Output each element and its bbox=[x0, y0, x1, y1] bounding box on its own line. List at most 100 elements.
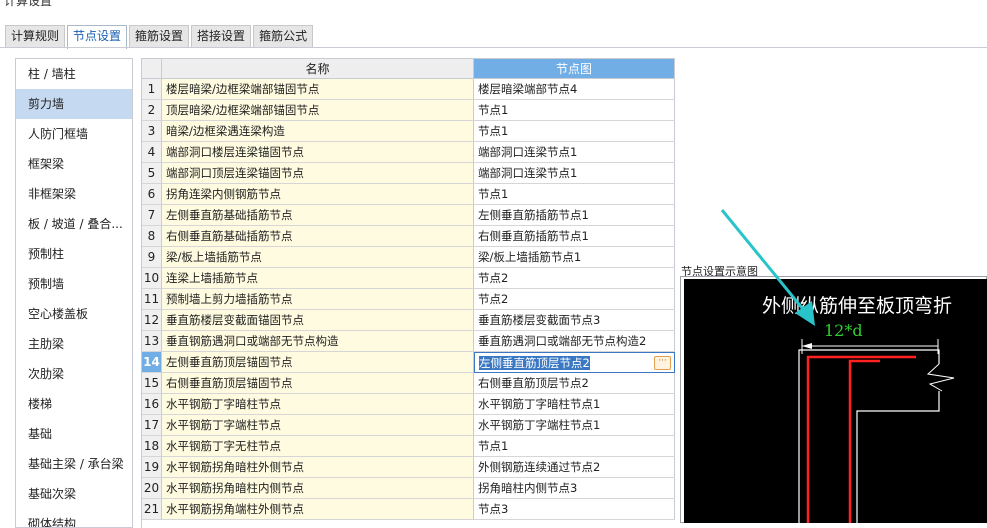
row-number[interactable]: 5 bbox=[142, 163, 162, 184]
sidebar-item-precast-wall[interactable]: 预制墙 bbox=[16, 269, 132, 299]
tab-node-settings[interactable]: 节点设置 bbox=[67, 25, 128, 49]
tab-stirrup-settings[interactable]: 箍筋设置 bbox=[129, 25, 190, 47]
table-row[interactable]: 19 水平钢筋拐角暗柱外侧节点 外侧钢筋连续通过节点2 bbox=[142, 457, 675, 478]
row-node-cell[interactable]: 节点3 bbox=[474, 499, 675, 520]
table-row[interactable]: 5 端部洞口顶层连梁锚固节点 端部洞口连梁节点1 bbox=[142, 163, 675, 184]
table-row[interactable]: 13 垂直钢筋遇洞口或端部无节点构造 垂直筋遇洞口或端部无节点构造2 bbox=[142, 331, 675, 352]
sidebar-item-stair[interactable]: 楼梯 bbox=[16, 389, 132, 419]
row-number[interactable]: 16 bbox=[142, 394, 162, 415]
row-node-cell[interactable]: 垂直筋遇洞口或端部无节点构造2 bbox=[474, 331, 675, 352]
table-row[interactable]: 7 左侧垂直筋基础插筋节点 左侧垂直筋插筋节点1 bbox=[142, 205, 675, 226]
row-number[interactable]: 11 bbox=[142, 289, 162, 310]
row-number[interactable]: 6 bbox=[142, 184, 162, 205]
row-node-cell[interactable]: 左侧垂直筋插筋节点1 bbox=[474, 205, 675, 226]
sidebar-item-slab-ramp[interactable]: 板 / 坡道 / 叠合... bbox=[16, 209, 132, 239]
row-node-cell[interactable]: 外侧钢筋连续通过节点2 bbox=[474, 457, 675, 478]
row-number[interactable]: 7 bbox=[142, 205, 162, 226]
row-node-cell[interactable]: 节点1 bbox=[474, 184, 675, 205]
sidebar-item-foundation-secondary-beam[interactable]: 基础次梁 bbox=[16, 479, 132, 509]
sidebar-item-foundation-main-beam[interactable]: 基础主梁 / 承台梁 bbox=[16, 449, 132, 479]
table-row[interactable]: 18 水平钢筋丁字无柱节点 节点1 bbox=[142, 436, 675, 457]
row-node-cell[interactable]: 拐角暗柱内侧节点3 bbox=[474, 478, 675, 499]
header-name[interactable]: 名称 bbox=[162, 59, 474, 79]
table-row[interactable]: 21 水平钢筋拐角端柱外侧节点 节点3 bbox=[142, 499, 675, 520]
table-row[interactable]: 12 垂直筋楼层变截面锚固节点 垂直筋楼层变截面节点3 bbox=[142, 310, 675, 331]
sidebar-item-main-rib-beam[interactable]: 主肋梁 bbox=[16, 329, 132, 359]
table-row[interactable]: 11 预制墙上剪力墙插筋节点 节点2 bbox=[142, 289, 675, 310]
table-row[interactable]: 6 拐角连梁内侧钢筋节点 节点1 bbox=[142, 184, 675, 205]
row-number[interactable]: 20 bbox=[142, 478, 162, 499]
sidebar-item-foundation[interactable]: 基础 bbox=[16, 419, 132, 449]
header-row-number bbox=[142, 59, 162, 79]
table-row[interactable]: 3 暗梁/边框梁遇连梁构造 节点1 bbox=[142, 121, 675, 142]
row-node-cell[interactable]: 端部洞口连梁节点1 bbox=[474, 163, 675, 184]
row-node-cell[interactable]: 节点2 bbox=[474, 268, 675, 289]
row-node-cell[interactable]: 右侧垂直筋顶层节点2 bbox=[474, 373, 675, 394]
row-number[interactable]: 3 bbox=[142, 121, 162, 142]
table-row[interactable]: 17 水平钢筋丁字端柱节点 水平钢筋丁字端柱节点1 bbox=[142, 415, 675, 436]
row-number[interactable]: 18 bbox=[142, 436, 162, 457]
wall-outline-left bbox=[798, 349, 940, 523]
row-name-cell: 端部洞口顶层连梁锚固节点 bbox=[162, 163, 474, 184]
row-number[interactable]: 4 bbox=[142, 142, 162, 163]
table-row[interactable]: 10 连梁上墙插筋节点 节点2 bbox=[142, 268, 675, 289]
dimension-arrow-left bbox=[802, 343, 812, 349]
table-row[interactable]: 2 顶层暗梁/边框梁端部锚固节点 节点1 bbox=[142, 100, 675, 121]
row-name-cell: 垂直钢筋遇洞口或端部无节点构造 bbox=[162, 331, 474, 352]
row-number[interactable]: 14 bbox=[142, 352, 162, 373]
header-node-diagram[interactable]: 节点图 bbox=[474, 59, 675, 79]
row-name-cell: 左侧垂直筋基础插筋节点 bbox=[162, 205, 474, 226]
sidebar-item-secondary-rib-beam[interactable]: 次肋梁 bbox=[16, 359, 132, 389]
row-node-cell[interactable]: 节点2 bbox=[474, 289, 675, 310]
row-name-cell: 连梁上墙插筋节点 bbox=[162, 268, 474, 289]
row-node-cell[interactable]: 左侧垂直筋顶层节点2 ··· bbox=[474, 352, 675, 373]
node-diagram-canvas: 外侧纵筋伸至板顶弯折 12*d bbox=[684, 279, 987, 523]
sidebar-item-frame-beam[interactable]: 框架梁 bbox=[16, 149, 132, 179]
row-number[interactable]: 17 bbox=[142, 415, 162, 436]
node-cell-editor-value[interactable]: 左侧垂直筋顶层节点2 bbox=[479, 356, 590, 370]
sidebar-item-precast-column[interactable]: 预制柱 bbox=[16, 239, 132, 269]
row-node-cell[interactable]: 水平钢筋丁字暗柱节点1 bbox=[474, 394, 675, 415]
row-node-cell[interactable]: 垂直筋楼层变截面节点3 bbox=[474, 310, 675, 331]
row-node-cell[interactable]: 节点1 bbox=[474, 100, 675, 121]
row-number[interactable]: 19 bbox=[142, 457, 162, 478]
row-name-cell: 水平钢筋拐角端柱外侧节点 bbox=[162, 499, 474, 520]
row-name-cell: 暗梁/边框梁遇连梁构造 bbox=[162, 121, 474, 142]
sidebar-item-shear-wall[interactable]: 剪力墙 bbox=[16, 89, 132, 119]
table-row[interactable]: 8 右侧垂直筋基础插筋节点 右侧垂直筋插筋节点1 bbox=[142, 226, 675, 247]
row-number[interactable]: 2 bbox=[142, 100, 162, 121]
sidebar-item-masonry[interactable]: 砌体结构 bbox=[16, 509, 132, 527]
row-node-cell[interactable]: 水平钢筋丁字端柱节点1 bbox=[474, 415, 675, 436]
row-number[interactable]: 9 bbox=[142, 247, 162, 268]
tab-bar: 计算规则 节点设置 箍筋设置 搭接设置 箍筋公式 bbox=[5, 25, 315, 49]
row-number[interactable]: 12 bbox=[142, 310, 162, 331]
tab-stirrup-formula[interactable]: 箍筋公式 bbox=[253, 25, 314, 47]
row-number[interactable]: 10 bbox=[142, 268, 162, 289]
table-row[interactable]: 4 端部洞口楼层连梁锚固节点 端部洞口连梁节点1 bbox=[142, 142, 675, 163]
tab-lap-settings[interactable]: 搭接设置 bbox=[191, 25, 252, 47]
table-row[interactable]: 20 水平钢筋拐角暗柱内侧节点 拐角暗柱内侧节点3 bbox=[142, 478, 675, 499]
row-number[interactable]: 8 bbox=[142, 226, 162, 247]
table-row[interactable]: 16 水平钢筋丁字暗柱节点 水平钢筋丁字暗柱节点1 bbox=[142, 394, 675, 415]
row-node-cell[interactable]: 节点1 bbox=[474, 436, 675, 457]
row-number[interactable]: 13 bbox=[142, 331, 162, 352]
row-name-cell: 右侧垂直筋顶层锚固节点 bbox=[162, 373, 474, 394]
row-number[interactable]: 21 bbox=[142, 499, 162, 520]
table-row[interactable]: 1 楼层暗梁/边框梁端部锚固节点 楼层暗梁端部节点4 bbox=[142, 79, 675, 100]
sidebar-item-non-frame-beam[interactable]: 非框架梁 bbox=[16, 179, 132, 209]
row-node-cell[interactable]: 右侧垂直筋插筋节点1 bbox=[474, 226, 675, 247]
row-node-cell[interactable]: 楼层暗梁端部节点4 bbox=[474, 79, 675, 100]
tab-calc-rules[interactable]: 计算规则 bbox=[5, 25, 66, 47]
table-row[interactable]: 9 梁/板上墙插筋节点 梁/板上墙插筋节点1 bbox=[142, 247, 675, 268]
sidebar-item-column[interactable]: 柱 / 墙柱 bbox=[16, 59, 132, 89]
table-row[interactable]: 14 左侧垂直筋顶层锚固节点 左侧垂直筋顶层节点2 ··· bbox=[142, 352, 675, 373]
row-node-cell[interactable]: 端部洞口连梁节点1 bbox=[474, 142, 675, 163]
row-number[interactable]: 15 bbox=[142, 373, 162, 394]
row-node-cell[interactable]: 节点1 bbox=[474, 121, 675, 142]
ellipsis-icon[interactable]: ··· bbox=[654, 356, 671, 370]
row-number[interactable]: 1 bbox=[142, 79, 162, 100]
row-node-cell[interactable]: 梁/板上墙插筋节点1 bbox=[474, 247, 675, 268]
sidebar-item-hollow-slab[interactable]: 空心楼盖板 bbox=[16, 299, 132, 329]
sidebar-item-civil-defense-door-wall[interactable]: 人防门框墙 bbox=[16, 119, 132, 149]
table-row[interactable]: 15 右侧垂直筋顶层锚固节点 右侧垂直筋顶层节点2 bbox=[142, 373, 675, 394]
